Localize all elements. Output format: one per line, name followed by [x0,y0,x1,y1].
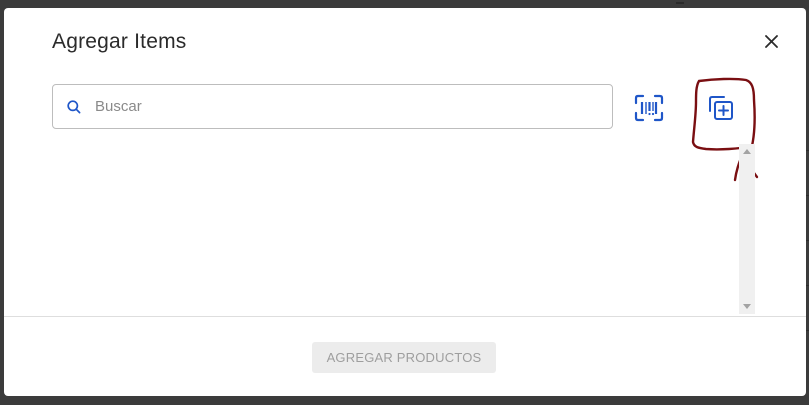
barcode-scan-icon [634,94,664,122]
add-items-modal: Agregar Items Buscar AGREGAR PRODUCTOS [4,8,806,396]
modal-title: Agregar Items [52,30,187,53]
background-chevron-icon [676,0,684,4]
add-custom-item-button[interactable] [704,91,738,125]
scroll-up-arrow-icon[interactable] [743,149,751,154]
scan-barcode-button[interactable] [632,91,666,125]
close-button[interactable] [761,31,781,51]
results-scrollbar[interactable] [739,144,755,314]
add-products-button[interactable]: AGREGAR PRODUCTOS [312,342,496,373]
search-field[interactable] [52,84,613,129]
search-input[interactable] [95,85,595,128]
footer-divider [4,316,806,317]
close-icon [764,34,778,48]
search-results-list [52,144,756,314]
search-icon [67,100,81,114]
copy-plus-icon [709,96,733,120]
scroll-down-arrow-icon[interactable] [743,304,751,309]
screen: Agregar Items Buscar AGREGAR PRODUCTOS [0,0,809,405]
